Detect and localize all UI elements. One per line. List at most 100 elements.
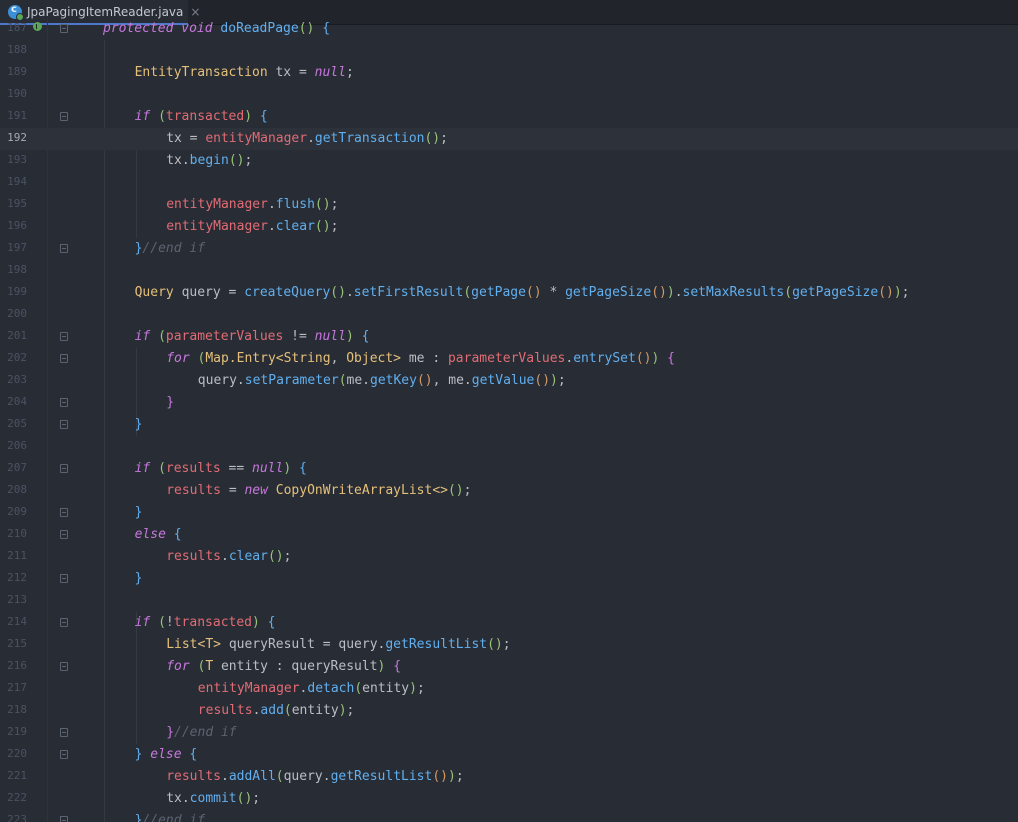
code-line[interactable]: 221 results.addAll(query.getResultList())…: [0, 766, 1018, 788]
code-token: //end if: [142, 241, 206, 256]
code-token: setMaxResults: [682, 285, 785, 300]
code-line[interactable]: 215 List<T> queryResult = query.getResult…: [0, 634, 1018, 656]
code-line[interactable]: 219}//end if: [0, 722, 1018, 744]
code-line[interactable]: 213: [0, 590, 1018, 612]
code-token: void: [181, 21, 221, 36]
code-line[interactable]: 188: [0, 40, 1018, 62]
fold-start-icon[interactable]: [60, 24, 68, 33]
line-number: 193: [7, 153, 27, 166]
code-token: results: [166, 549, 221, 564]
code-token: getKey: [370, 373, 417, 388]
code-text: protected void doReadPage() {: [103, 20, 330, 38]
code-line[interactable]: 194: [0, 172, 1018, 194]
code-line[interactable]: 216 for (T entity : queryResult) {: [0, 656, 1018, 678]
code-token: (): [651, 285, 667, 300]
fold-end-icon[interactable]: [60, 816, 68, 822]
fold-start-icon[interactable]: [60, 332, 68, 341]
code-token: }: [166, 395, 175, 410]
fold-start-icon[interactable]: [60, 662, 68, 671]
fold-end-icon[interactable]: [60, 574, 68, 583]
code-line[interactable]: 207 if (results == null) {: [0, 458, 1018, 480]
code-line[interactable]: 206: [0, 436, 1018, 458]
code-text: } else {: [135, 746, 198, 764]
fold-end-icon[interactable]: [60, 728, 68, 737]
code-line[interactable]: 187 protected void doReadPage() {: [0, 18, 1018, 40]
fold-end-icon[interactable]: [60, 398, 68, 407]
code-line[interactable]: 193 tx.begin();: [0, 150, 1018, 172]
code-token: (: [158, 109, 166, 124]
close-icon[interactable]: ×: [190, 6, 200, 18]
code-token: (: [158, 461, 166, 476]
code-line[interactable]: 201 if (parameterValues != null) {: [0, 326, 1018, 348]
code-token: T: [205, 659, 221, 674]
code-token: parameterValues: [165, 329, 292, 344]
fold-end-icon[interactable]: [60, 420, 68, 429]
code-token: createQuery: [244, 285, 331, 300]
fold-start-icon[interactable]: [60, 618, 68, 627]
code-token: ,: [432, 373, 449, 388]
code-token: {: [393, 659, 402, 674]
code-line[interactable]: 220} else {: [0, 744, 1018, 766]
code-line[interactable]: 196 entityManager.clear();: [0, 216, 1018, 238]
code-token: ): [252, 615, 268, 630]
code-token: EntityTransaction: [134, 65, 276, 80]
fold-end-icon[interactable]: [60, 244, 68, 253]
override-marker-icon[interactable]: [33, 22, 42, 31]
line-number: 222: [7, 791, 27, 804]
fold-end-icon[interactable]: [60, 508, 68, 517]
code-token: ;: [346, 703, 355, 718]
fold-start-icon[interactable]: [60, 464, 68, 473]
code-token: detach: [307, 681, 355, 696]
code-line[interactable]: 192 tx = entityManager.getTransaction();: [0, 128, 1018, 150]
fold-start-icon[interactable]: [60, 112, 68, 121]
code-line[interactable]: 212}: [0, 568, 1018, 590]
code-token: (: [158, 329, 166, 344]
code-line[interactable]: 205}: [0, 414, 1018, 436]
code-text: tx = entityManager.getTransaction();: [166, 130, 448, 148]
code-line[interactable]: 210 else {: [0, 524, 1018, 546]
code-text: entityManager.clear();: [166, 218, 338, 236]
code-token: query.: [197, 373, 245, 388]
code-token: }: [166, 725, 175, 740]
code-line[interactable]: 214 if (!transacted) {: [0, 612, 1018, 634]
code-line[interactable]: 189 EntityTransaction tx = null;: [0, 62, 1018, 84]
code-line[interactable]: 218 results.add(entity);: [0, 700, 1018, 722]
code-line[interactable]: 203 query.setParameter(me.getKey(), me.ge…: [0, 370, 1018, 392]
code-token: Query: [134, 285, 182, 300]
code-token: ;: [330, 197, 339, 212]
code-token: //end if: [142, 813, 206, 822]
code-line[interactable]: 200: [0, 304, 1018, 326]
code-token: getResultList: [385, 637, 488, 652]
code-token: flush: [275, 197, 315, 212]
code-token: {: [298, 461, 307, 476]
fold-start-icon[interactable]: [60, 530, 68, 539]
code-line[interactable]: 199 Query query = createQuery().setFirstR…: [0, 282, 1018, 304]
line-number: 192: [7, 131, 27, 144]
code-line[interactable]: 208 results = new CopyOnWriteArrayList<>(…: [0, 480, 1018, 502]
code-line[interactable]: 204}: [0, 392, 1018, 414]
code-token: clear: [228, 549, 268, 564]
line-number: 207: [7, 461, 27, 474]
line-number: 203: [7, 373, 27, 386]
code-line[interactable]: 198: [0, 260, 1018, 282]
fold-start-icon[interactable]: [60, 750, 68, 759]
code-line[interactable]: 191 if (transacted) {: [0, 106, 1018, 128]
code-token: .: [345, 285, 354, 300]
code-token: }: [134, 747, 151, 762]
line-number: 217: [7, 681, 27, 694]
code-line[interactable]: 195 entityManager.flush();: [0, 194, 1018, 216]
code-token: ;: [252, 791, 261, 806]
code-line[interactable]: 222 tx.commit();: [0, 788, 1018, 810]
code-line[interactable]: 223}//end if: [0, 810, 1018, 822]
fold-start-icon[interactable]: [60, 354, 68, 363]
code-line[interactable]: 190: [0, 84, 1018, 106]
code-token: (): [267, 549, 284, 564]
code-token: entrySet: [573, 351, 636, 366]
code-line[interactable]: 202 for (Map.Entry<String, Object> me : p…: [0, 348, 1018, 370]
code-line[interactable]: 197}//end if: [0, 238, 1018, 260]
code-line[interactable]: 211 results.clear();: [0, 546, 1018, 568]
code-line[interactable]: 217 entityManager.detach(entity);: [0, 678, 1018, 700]
code-line[interactable]: 209}: [0, 502, 1018, 524]
code-token: entityManager: [166, 197, 268, 212]
code-editor[interactable]: 187 protected void doReadPage() {188 189 En…: [0, 18, 1018, 822]
